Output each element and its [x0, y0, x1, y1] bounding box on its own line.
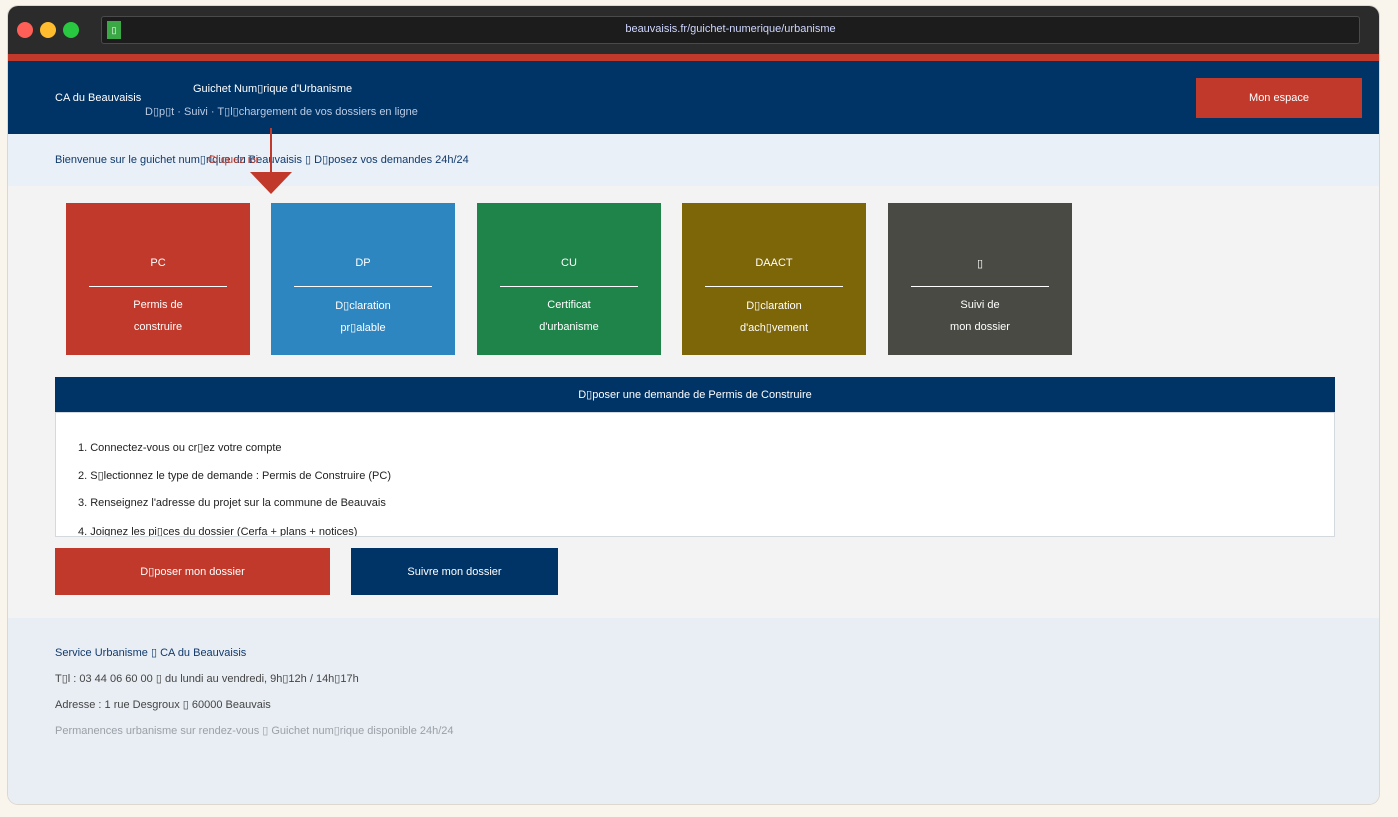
- steps-panel: 1. Connectez-vous ou cr▯ez votre compte …: [55, 412, 1335, 537]
- browser-window: ▯ beauvaisis.fr/guichet-numerique/urbani…: [8, 6, 1379, 804]
- annotation-label: Cliquez ici: [208, 154, 259, 166]
- tile-label-line2: pr▯alable: [340, 322, 386, 334]
- maximize-window-button[interactable]: [63, 22, 79, 38]
- tile-dp[interactable]: DP D▯claration pr▯alable: [271, 203, 455, 355]
- footer-address: Adresse : 1 rue Desgroux ▯ 60000 Beauvai…: [55, 699, 271, 711]
- url-text: beauvaisis.fr/guichet-numerique/urbanism…: [625, 23, 836, 35]
- tile-label-line1: D▯claration: [335, 300, 391, 312]
- footer-service: Service Urbanisme ▯ CA du Beauvaisis: [55, 647, 247, 659]
- deposit-dossier-button[interactable]: D▯poser mon dossier: [55, 548, 330, 595]
- address-bar[interactable]: ▯ beauvaisis.fr/guichet-numerique/urbani…: [101, 16, 1360, 44]
- tile-label-line1: Permis de: [133, 299, 183, 311]
- step-item: 2. S▯lectionnez le type de demande : Per…: [78, 470, 391, 482]
- tile-code: ▯: [976, 258, 984, 270]
- tile-label-line2: d'urbanisme: [539, 321, 599, 333]
- tile-label-line2: mon dossier: [950, 321, 1010, 333]
- tile-label-line1: D▯claration: [746, 300, 802, 312]
- tile-label-line2: d'ach▯vement: [739, 322, 809, 334]
- tile-code: CU: [561, 257, 577, 269]
- tile-label-line2: construire: [133, 321, 183, 333]
- step-item: 1. Connectez-vous ou cr▯ez votre compte: [78, 442, 282, 454]
- app-subtitle: D▯p▯t · Suivi · T▯l▯chargement de vos do…: [145, 106, 418, 118]
- step-item: 3. Renseignez l'adresse du projet sur la…: [78, 497, 386, 509]
- tile-divider: [89, 286, 227, 287]
- tile-suivi[interactable]: ▯ Suivi de mon dossier: [888, 203, 1072, 355]
- tile-daact[interactable]: DAACT D▯claration d'ach▯vement: [682, 203, 866, 355]
- site-header: CA du Beauvaisis Guichet Num▯rique d'Urb…: [8, 61, 1379, 134]
- welcome-text: Bienvenue sur le guichet num▯rique du Be…: [55, 154, 469, 166]
- annotation-arrow-shaft: [270, 128, 272, 174]
- tile-code: PC: [150, 257, 166, 269]
- site-footer: Service Urbanisme ▯ CA du Beauvaisis T▯l…: [8, 618, 1379, 804]
- browser-titlebar: ▯ beauvaisis.fr/guichet-numerique/urbani…: [8, 6, 1379, 54]
- tile-label-line1: Certificat: [547, 299, 591, 311]
- close-window-button[interactable]: [17, 22, 33, 38]
- tile-divider: [911, 286, 1049, 287]
- account-button[interactable]: Mon espace: [1196, 78, 1362, 118]
- follow-dossier-button[interactable]: Suivre mon dossier: [351, 548, 558, 595]
- footer-phone: T▯l : 03 44 06 60 00 ▯ du lundi au vendr…: [55, 673, 359, 685]
- tile-divider: [294, 286, 432, 287]
- panel-title: D▯poser une demande de Permis de Constru…: [55, 377, 1335, 412]
- tile-divider: [500, 286, 638, 287]
- app-title: Guichet Num▯rique d'Urbanisme: [193, 83, 353, 95]
- brand-name: CA du Beauvaisis: [55, 92, 142, 104]
- accent-strip: [8, 54, 1379, 61]
- step-item: 4. Joignez les pi▯ces du dossier (Cerfa …: [78, 526, 358, 537]
- tile-label-line1: Suivi de: [960, 299, 1000, 311]
- minimize-window-button[interactable]: [40, 22, 56, 38]
- footer-note: Permanences urbanisme sur rendez-vous ▯ …: [55, 725, 454, 737]
- tile-code: DP: [355, 257, 371, 269]
- annotation-arrow-icon: [250, 172, 292, 194]
- tile-code: DAACT: [755, 257, 793, 269]
- tile-cu[interactable]: CU Certificat d'urbanisme: [477, 203, 661, 355]
- tile-pc[interactable]: PC Permis de construire: [66, 203, 250, 355]
- tile-divider: [705, 286, 843, 287]
